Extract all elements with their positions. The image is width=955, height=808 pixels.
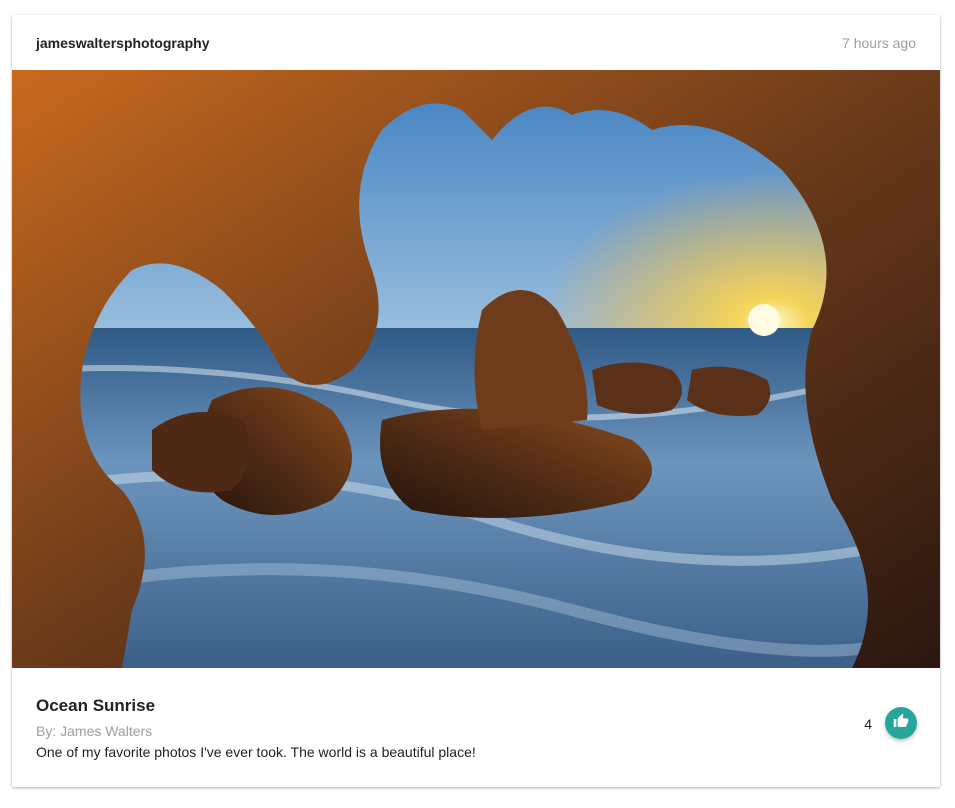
post-author: By: James Walters xyxy=(36,723,153,739)
card-header: jameswaltersphotography 7 hours ago xyxy=(12,15,940,70)
post-description: One of my favorite photos I've ever took… xyxy=(36,744,476,760)
post-image[interactable] xyxy=(12,70,940,668)
timestamp: 7 hours ago xyxy=(842,35,916,51)
like-count: 4 xyxy=(864,716,872,732)
like-button[interactable] xyxy=(885,707,917,739)
username[interactable]: jameswaltersphotography xyxy=(36,35,210,51)
card-body: Ocean Sunrise By: James Walters One of m… xyxy=(12,668,940,787)
post-title: Ocean Sunrise xyxy=(36,696,156,715)
post-card: jameswaltersphotography 7 hours ago Ocea… xyxy=(12,15,940,787)
thumb-up-icon xyxy=(893,713,909,734)
